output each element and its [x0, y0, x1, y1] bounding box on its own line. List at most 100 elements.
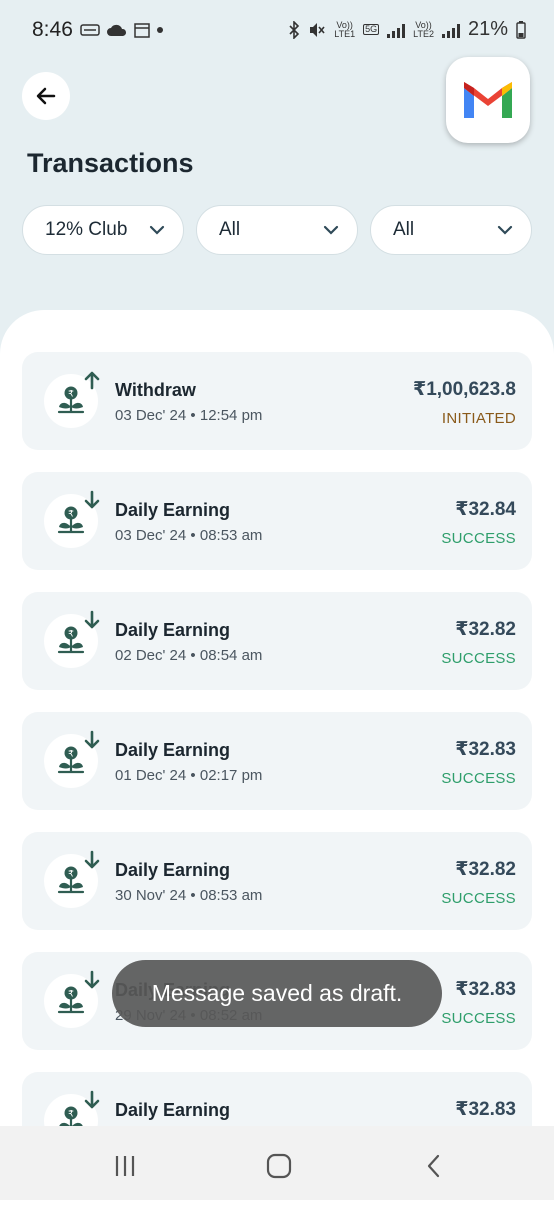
transaction-separator: •: [190, 767, 196, 784]
transaction-title: Daily Earning: [115, 860, 231, 880]
arrow-up-icon: [84, 371, 100, 390]
recent-apps-icon: [115, 1156, 135, 1176]
filter-plan-dropdown[interactable]: 12% Club: [22, 205, 184, 255]
status-time: 8:46: [32, 18, 73, 41]
recent-apps-button[interactable]: [105, 1146, 145, 1186]
transaction-separator: •: [190, 407, 196, 424]
transaction-status: SUCCESS: [441, 650, 516, 667]
calendar-icon: [134, 23, 150, 38]
home-icon: [266, 1153, 292, 1179]
sim1-bottom-label: LTE1: [334, 28, 356, 39]
transaction-time: 08:53 am: [199, 527, 263, 544]
transaction-amount: ₹32.82: [455, 619, 516, 640]
transaction-amount: ₹32.83: [455, 1099, 516, 1120]
transaction-separator: •: [190, 887, 196, 904]
arrow-down-icon: [84, 490, 100, 509]
transaction-date: 01 Dec' 24: [115, 767, 187, 784]
transaction-status: SUCCESS: [441, 890, 516, 907]
transaction-status: SUCCESS: [441, 530, 516, 547]
app-notification-icon: [80, 24, 100, 36]
filter-status-dropdown[interactable]: All: [370, 205, 532, 255]
transaction-status: SUCCESS: [441, 770, 516, 787]
nav-back-button[interactable]: [414, 1146, 454, 1186]
filter-type-label: All: [219, 219, 241, 240]
arrow-down-icon: [84, 610, 100, 629]
signal-icon-2: [441, 22, 460, 38]
page-title: Transactions: [27, 148, 194, 178]
status-right-icons: Vo)) LTE1 5G Vo)) LTE2 21%: [288, 18, 526, 41]
gmail-icon: [464, 82, 512, 118]
arrow-down-icon: [84, 850, 100, 869]
system-nav-bar: [0, 1126, 554, 1200]
transaction-amount: ₹32.84: [455, 499, 516, 520]
svg-text:₹: ₹: [68, 750, 74, 760]
svg-text:₹: ₹: [68, 1110, 74, 1120]
transaction-card[interactable]: ₹ Daily Earning 30 Nov' 24 • 08:53 am ₹3…: [22, 832, 532, 930]
transaction-separator: •: [190, 647, 196, 664]
chevron-down-icon: [149, 225, 165, 235]
transaction-status: SUCCESS: [441, 1010, 516, 1027]
chevron-down-icon: [497, 225, 513, 235]
sim2-bottom-label: LTE2: [413, 28, 434, 39]
network-badge: 5G: [363, 24, 380, 35]
transaction-date: 03 Dec' 24: [115, 527, 187, 544]
dot-icon: [157, 27, 163, 33]
transaction-time: 08:54 am: [199, 647, 263, 664]
arrow-down-icon: [84, 1090, 100, 1109]
filter-row: 12% Club All All: [22, 205, 532, 255]
home-button[interactable]: [259, 1146, 299, 1186]
svg-text:₹: ₹: [68, 510, 74, 520]
toast-message: Message saved as draft.: [112, 960, 442, 1027]
arrow-left-icon: [36, 87, 56, 105]
transaction-title: Daily Earning: [115, 500, 231, 520]
sim2-badge: Vo)) LTE2: [413, 20, 434, 39]
transaction-card[interactable]: ₹ Daily Earning 03 Dec' 24 • 08:53 am ₹3…: [22, 472, 532, 570]
chevron-left-icon: [427, 1154, 440, 1178]
transaction-amount: ₹32.83: [455, 979, 516, 1000]
cloud-icon: [107, 24, 127, 36]
filter-type-dropdown[interactable]: All: [196, 205, 358, 255]
arrow-down-icon: [84, 970, 100, 989]
transaction-date: 30 Nov' 24: [115, 887, 187, 904]
transaction-separator: •: [190, 527, 196, 544]
status-notification-icons: [80, 22, 164, 38]
transaction-title: Daily Earning: [115, 740, 231, 760]
transaction-date: 03 Dec' 24: [115, 407, 187, 424]
transaction-amount: ₹32.82: [455, 859, 516, 880]
transaction-time: 08:53 am: [199, 887, 263, 904]
transaction-title: Daily Earning: [115, 620, 231, 640]
filter-status-label: All: [393, 219, 415, 240]
bluetooth-icon: [289, 20, 300, 39]
transaction-card[interactable]: ₹ Daily Earning 01 Dec' 24 • 02:17 pm ₹3…: [22, 712, 532, 810]
transaction-amount: ₹32.83: [455, 739, 516, 760]
transaction-amount: ₹1,00,623.8: [412, 379, 516, 400]
transaction-card[interactable]: ₹ Daily Earning 02 Dec' 24 • 08:54 am ₹3…: [22, 592, 532, 690]
svg-text:₹: ₹: [68, 870, 74, 880]
signal-icon-1: [387, 22, 406, 38]
svg-text:₹: ₹: [68, 630, 74, 640]
transaction-card[interactable]: ₹ Withdraw 03 Dec' 24 • 12:54 pm ₹1,00,6…: [22, 352, 532, 450]
network-label: 5G: [365, 24, 378, 34]
transaction-datetime: 03 Dec' 24 • 12:54 pm: [115, 407, 262, 424]
svg-text:₹: ₹: [68, 390, 74, 400]
transaction-datetime: 02 Dec' 24 • 08:54 am: [115, 647, 262, 664]
transaction-datetime: 03 Dec' 24 • 08:53 am: [115, 527, 262, 544]
chevron-down-icon: [323, 225, 339, 235]
gmail-app-bubble[interactable]: [446, 57, 530, 143]
transaction-datetime: 01 Dec' 24 • 02:17 pm: [115, 767, 262, 784]
battery-icon: [516, 20, 526, 39]
transaction-status: INITIATED: [441, 410, 516, 427]
status-bar: 8:46 Vo)) LTE1 5G Vo)) LTE2 21%: [0, 0, 554, 64]
transaction-date: 02 Dec' 24: [115, 647, 187, 664]
arrow-down-icon: [84, 730, 100, 749]
filter-plan-label: 12% Club: [45, 219, 128, 240]
transaction-time: 12:54 pm: [199, 407, 263, 424]
battery-percent: 21%: [467, 18, 508, 40]
mute-icon: [310, 22, 325, 37]
svg-text:₹: ₹: [68, 990, 74, 1000]
sim1-badge: Vo)) LTE1: [334, 20, 356, 39]
transaction-time: 02:17 pm: [199, 767, 263, 784]
transaction-title: Daily Earning: [115, 1100, 231, 1120]
back-button[interactable]: [22, 72, 70, 120]
transaction-datetime: 30 Nov' 24 • 08:53 am: [115, 887, 262, 904]
